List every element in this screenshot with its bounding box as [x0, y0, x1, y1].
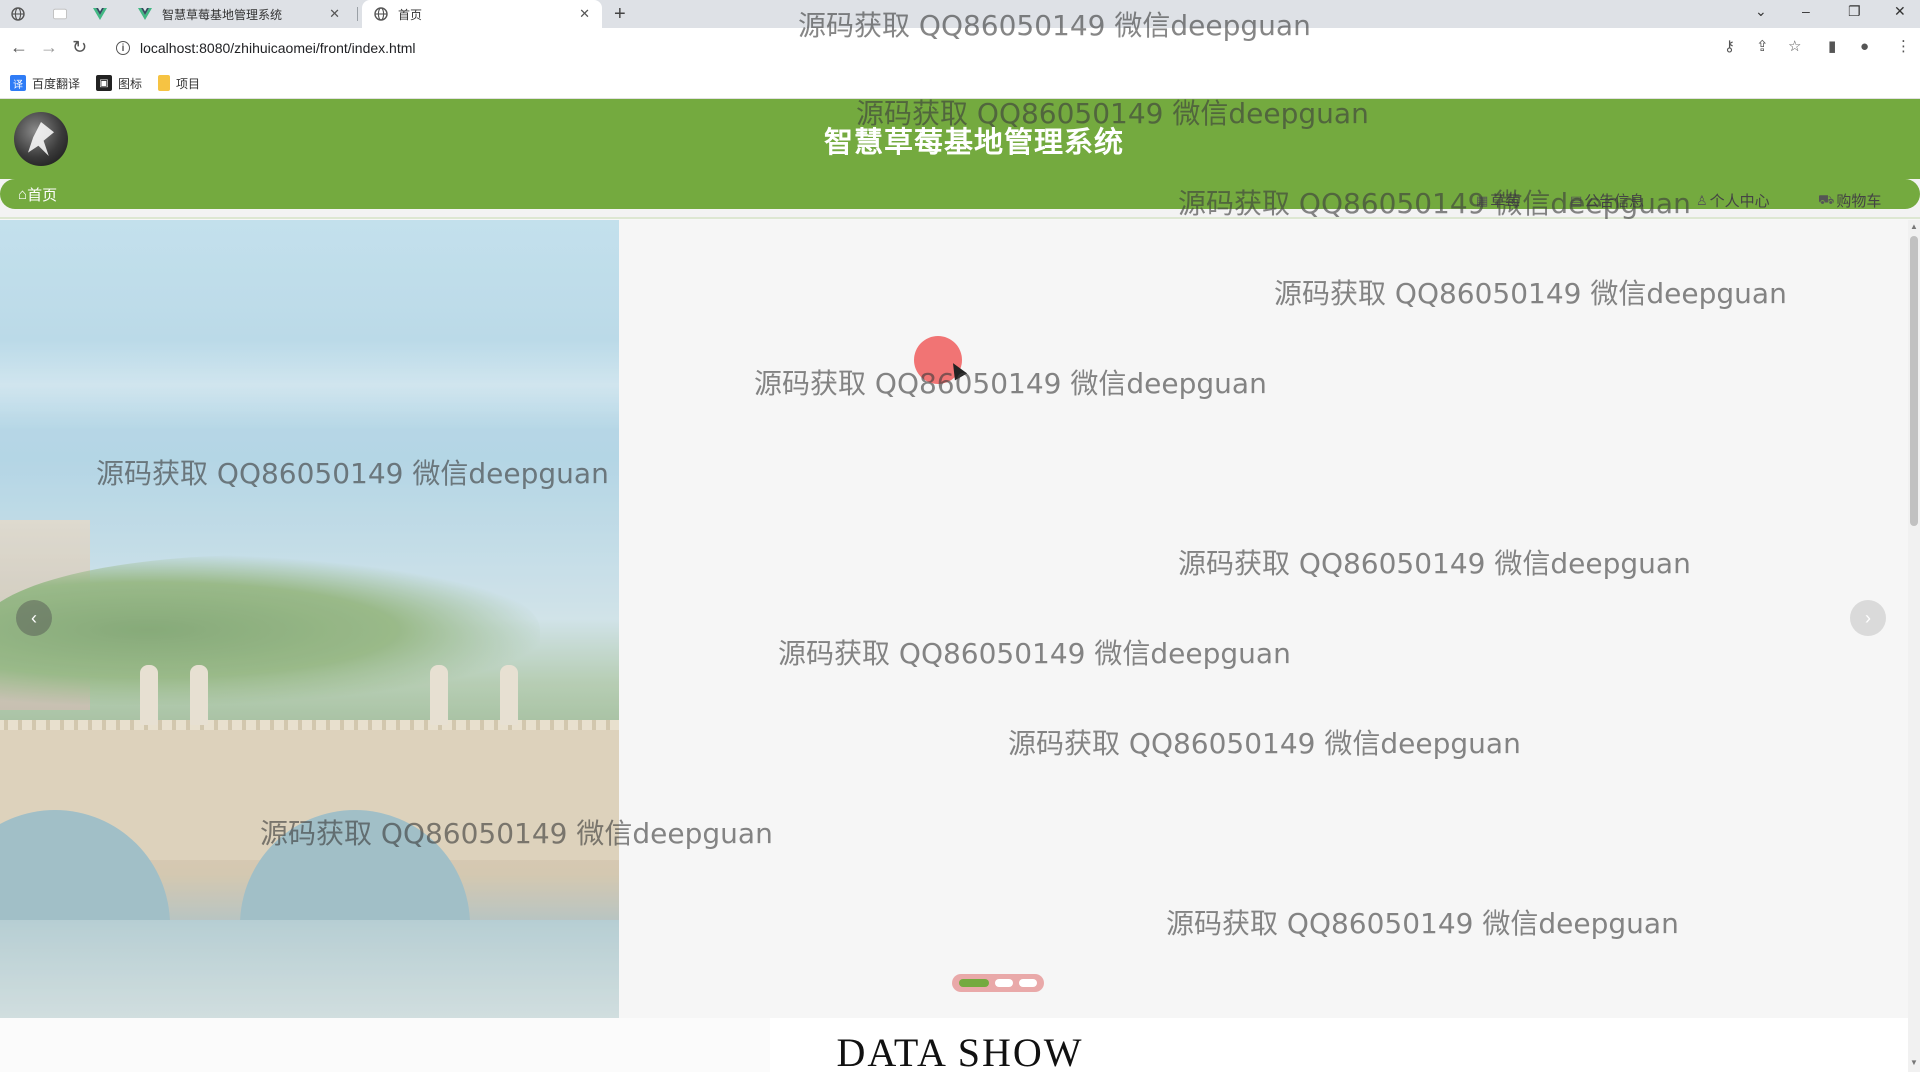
bookmark-projects[interactable]: 项目	[158, 75, 200, 92]
tab-pinned-1[interactable]	[6, 0, 40, 28]
close-icon[interactable]: ✕	[329, 6, 340, 22]
nav-label: 首页	[27, 186, 58, 204]
key-icon[interactable]: ⚷	[1724, 39, 1735, 55]
nav-label: 公告信息	[1584, 193, 1645, 210]
browser-toolbar: ← → ↻ i localhost:8080/zhihuicaomei/fron…	[0, 28, 1920, 68]
tab-pinned-2[interactable]	[48, 0, 82, 28]
tab-strawberry-system[interactable]: 智慧草莓基地管理系统 ✕	[130, 0, 358, 28]
bookmark-icons[interactable]: ▣ 图标	[96, 75, 142, 92]
site-header: 智慧草莓基地管理系统	[0, 99, 1920, 179]
scroll-up-icon[interactable]: ▲	[1910, 222, 1918, 231]
nav-item-announcements[interactable]: ▤ 公告信息	[1570, 190, 1644, 211]
tab-search-chevron-icon[interactable]: ⌄	[1755, 3, 1767, 20]
bookmark-label: 图标	[118, 76, 143, 91]
carousel-next-arrow-icon[interactable]: ›	[1850, 600, 1886, 636]
globe-icon	[11, 7, 25, 21]
blank-page-icon	[53, 7, 67, 21]
image-icon: ▣	[96, 75, 113, 91]
tab-home-active[interactable]: 首页 ✕	[362, 0, 602, 28]
bookmark-label: 百度翻译	[32, 76, 81, 91]
site-title: 智慧草莓基地管理系统	[823, 127, 1124, 159]
tab-title: 智慧草莓基地管理系统	[162, 7, 283, 22]
vue-logo-icon	[93, 7, 107, 21]
forward-arrow-icon[interactable]: →	[40, 38, 58, 56]
url-text: localhost:8080/zhihuicaomei/front/index.…	[140, 40, 416, 56]
nav-label: 个人中心	[1709, 193, 1770, 210]
nav-item-cart[interactable]: ⛟ 购物车	[1818, 190, 1881, 211]
nav-item-profile[interactable]: ♙ 个人中心	[1696, 190, 1770, 211]
scrollbar-thumb[interactable]	[1910, 236, 1918, 526]
tab-title: 首页	[398, 7, 423, 22]
cart-icon: ⛟	[1818, 191, 1835, 207]
grid-icon: ▦	[1476, 192, 1489, 208]
window-close-icon[interactable]: ✕	[1894, 3, 1906, 20]
folder-icon	[158, 75, 171, 91]
profile-icon[interactable]: ●	[1860, 39, 1869, 55]
close-icon[interactable]: ✕	[579, 6, 590, 22]
carousel-dot[interactable]	[959, 979, 989, 987]
nav-label: 购物车	[1836, 193, 1882, 210]
share-icon[interactable]: ⇪	[1756, 39, 1769, 55]
nav-label: 草莓	[1490, 193, 1521, 210]
carousel-indicators	[952, 974, 1044, 992]
scroll-down-icon[interactable]: ▼	[1910, 1058, 1918, 1067]
reload-icon[interactable]: ↻	[72, 38, 87, 56]
minimize-icon[interactable]: –	[1802, 3, 1810, 19]
carousel-prev-arrow-icon[interactable]: ‹	[16, 600, 52, 636]
menu-kebab-icon[interactable]: ⋮	[1896, 39, 1911, 55]
carousel-slide-image	[0, 220, 619, 1018]
document-icon: ▤	[1570, 192, 1583, 208]
browser-tab-strip: 智慧草莓基地管理系统 ✕ 首页 ✕ + ⌄ – ❐ ✕	[0, 0, 1920, 28]
page-scrollbar[interactable]: ▲ ▼	[1908, 220, 1920, 1072]
translate-icon: 译	[10, 75, 26, 91]
address-bar[interactable]: i localhost:8080/zhihuicaomei/front/inde…	[106, 34, 1796, 62]
carousel-dot[interactable]	[995, 979, 1013, 987]
site-info-icon[interactable]: i	[116, 41, 130, 55]
new-tab-icon[interactable]: +	[614, 3, 626, 25]
side-panel-icon[interactable]: ▮	[1828, 39, 1836, 55]
vue-logo-icon	[138, 7, 152, 21]
home-icon: ⌂	[18, 185, 28, 203]
restore-icon[interactable]: ❐	[1848, 3, 1861, 20]
site-nav: ⌂ 首页 ▦ 草莓 ▤ 公告信息 ♙ 个人中心 ⛟ 购物车	[0, 179, 1920, 219]
back-arrow-icon[interactable]: ←	[10, 38, 28, 56]
bookmark-baidu-translate[interactable]: 译 百度翻译	[10, 75, 80, 92]
bookmark-label: 项目	[176, 76, 201, 91]
carousel-dot[interactable]	[1019, 979, 1037, 987]
globe-icon	[374, 7, 388, 21]
nav-item-strawberry[interactable]: ▦ 草莓	[1476, 190, 1520, 211]
star-icon[interactable]: ☆	[1788, 39, 1801, 55]
web-page: 智慧草莓基地管理系统 ⌂ 首页 ▦ 草莓 ▤ 公告信息 ♙ 个人中心 ⛟ 购物车	[0, 99, 1920, 1072]
banner-carousel[interactable]: ‹ ›	[0, 220, 1910, 1018]
tab-pinned-3[interactable]	[88, 0, 122, 28]
user-icon: ♙	[1696, 192, 1708, 208]
bookmarks-bar: 译 百度翻译 ▣ 图标 项目	[0, 68, 1920, 99]
section-title: DATA SHOW	[836, 1030, 1084, 1072]
